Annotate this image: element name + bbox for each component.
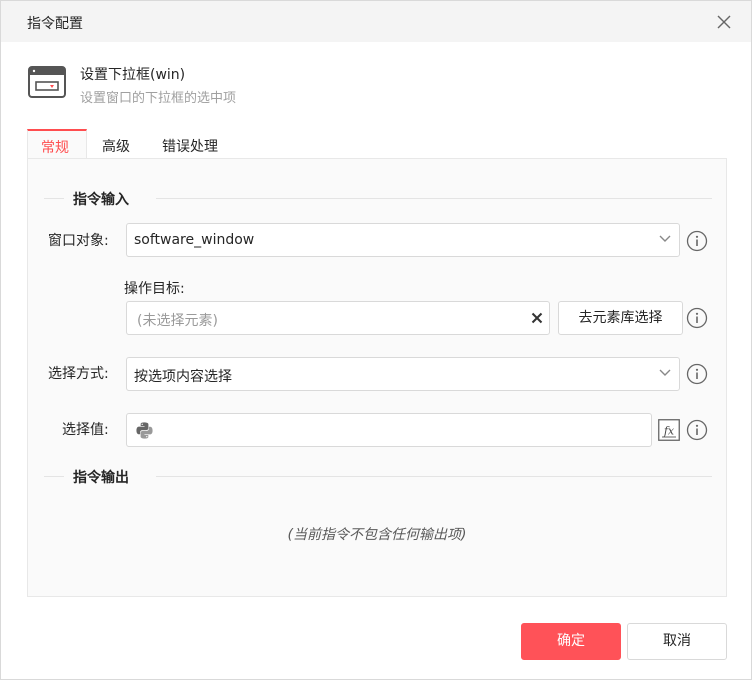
input-section-title: 指令输入 [73, 192, 129, 208]
fx-icon[interactable]: fx [658, 419, 680, 441]
title-bar: 指令配置 [1, 1, 751, 42]
tab-general[interactable]: 常规 [27, 129, 87, 159]
window-object-select[interactable]: software_window [126, 223, 680, 257]
close-icon[interactable] [713, 11, 735, 33]
svg-text:fx: fx [663, 425, 675, 438]
operation-target-placeholder: (未选择元素) [137, 313, 218, 329]
clear-icon[interactable] [531, 312, 543, 324]
select-mode-label: 选择方式: [48, 366, 109, 382]
output-section-title: 指令输出 [73, 470, 129, 486]
divider [44, 476, 64, 477]
confirm-button[interactable]: 确定 [521, 623, 621, 660]
divider [44, 198, 64, 199]
select-value-label: 选择值: [62, 422, 109, 438]
info-icon[interactable] [686, 419, 708, 441]
tab-error-handling[interactable]: 错误处理 [149, 129, 231, 159]
window-object-value: software_window [134, 232, 255, 248]
cancel-button[interactable]: 取消 [627, 623, 727, 660]
input-section-header: 指令输入 [44, 188, 712, 208]
chevron-down-icon [659, 369, 671, 376]
divider [156, 198, 712, 199]
info-icon[interactable] [686, 363, 708, 385]
command-config-dialog: 指令配置 设置下拉框(win) 设置窗口的下拉框的选中项 常规 高级 错误处理 … [0, 0, 752, 680]
element-library-button[interactable]: 去元素库选择 [558, 301, 683, 335]
command-description: 设置窗口的下拉框的选中项 [80, 91, 237, 106]
select-value-input[interactable] [126, 413, 652, 447]
select-mode-value: 按选项内容选择 [134, 369, 232, 385]
info-icon[interactable] [686, 307, 708, 329]
info-icon[interactable] [686, 230, 708, 252]
dropdown-window-icon [28, 66, 66, 98]
python-icon [136, 422, 153, 439]
window-object-label: 窗口对象: [48, 233, 109, 249]
output-section-header: 指令输出 [44, 466, 712, 486]
operation-target-label: 操作目标: [124, 281, 185, 297]
no-output-message: (当前指令不包含任何输出项) [287, 527, 467, 543]
select-mode-select[interactable]: 按选项内容选择 [126, 357, 680, 391]
operation-target-input[interactable]: (未选择元素) [126, 301, 550, 335]
tab-advanced[interactable]: 高级 [89, 129, 143, 159]
chevron-down-icon [659, 235, 671, 242]
dialog-title: 指令配置 [27, 16, 83, 32]
command-name: 设置下拉框(win) [80, 67, 186, 83]
divider [156, 476, 712, 477]
